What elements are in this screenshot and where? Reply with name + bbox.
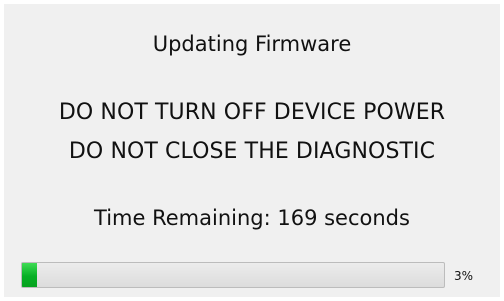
dialog-title: Updating Firmware — [152, 32, 352, 56]
power-warning-text: DO NOT TURN OFF DEVICE POWER — [58, 100, 446, 125]
progress-bar — [21, 262, 445, 288]
progress-percent-label: 3% — [454, 269, 474, 283]
time-remaining-text: Time Remaining: 169 seconds — [94, 206, 410, 230]
diagnostic-warning-text: DO NOT CLOSE THE DIAGNOSTIC — [68, 139, 436, 164]
progress-bar-fill — [22, 263, 37, 287]
firmware-update-dialog: Updating Firmware DO NOT TURN OFF DEVICE… — [4, 4, 500, 297]
